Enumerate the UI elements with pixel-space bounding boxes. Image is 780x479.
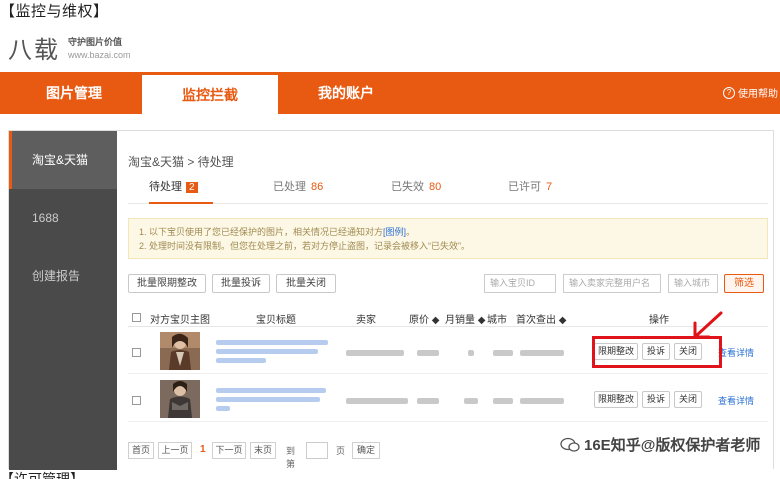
tab-expired[interactable]: 已失效 80: [391, 178, 441, 204]
tab-count: 80: [429, 181, 442, 193]
help-label: 使用帮助: [738, 89, 778, 100]
page-number-input[interactable]: [306, 442, 328, 459]
breadcrumb: 淘宝&天猫 > 待处理: [128, 155, 234, 169]
col-actions: 操作: [649, 315, 669, 326]
col-thumb: 对方宝贝主图: [150, 315, 210, 326]
help-link[interactable]: ? 使用帮助: [723, 85, 778, 100]
last-page-button[interactable]: 末页: [250, 442, 276, 459]
sidebar-item-taobao[interactable]: 淘宝&天猫: [9, 131, 117, 189]
tab-count: 7: [546, 181, 553, 193]
row-checkbox[interactable]: [132, 348, 141, 357]
tab-label: 已许可: [508, 181, 541, 193]
first-found-time: [520, 398, 564, 404]
nav-tab-monitoring[interactable]: 监控拦截: [142, 75, 278, 114]
tab-pending[interactable]: 待处理 2: [149, 178, 213, 204]
caption-bottom: 【许可管理】: [0, 471, 84, 479]
seller-name: [346, 398, 408, 404]
item-city: [493, 350, 513, 356]
tab-label: 待处理: [149, 181, 182, 193]
col-first-found[interactable]: 首次查出 ◆: [516, 311, 566, 326]
sidebar-item-create-report[interactable]: 创建报告: [9, 247, 117, 305]
tab-processed[interactable]: 已处理 86: [273, 178, 323, 204]
logo-slogan: 守护图片价值: [68, 36, 123, 47]
first-found-time: [520, 350, 564, 356]
table-header: 对方宝贝主图 宝贝标题 卖家 原价 ◆ 月销量 ◆ 城市 首次查出 ◆ 操作: [128, 309, 768, 327]
rectify-button[interactable]: 限期整改: [594, 391, 638, 408]
view-details-link[interactable]: 查看详情: [718, 394, 754, 407]
prev-page-button[interactable]: 上一页: [158, 442, 192, 459]
item-title-link[interactable]: [216, 340, 328, 345]
col-city: 城市: [487, 315, 507, 326]
product-thumbnail[interactable]: [160, 380, 200, 418]
chat-bubble-icon: [560, 437, 580, 452]
item-id-input[interactable]: 输入宝贝ID: [484, 274, 556, 293]
item-title-link[interactable]: [216, 388, 326, 393]
logo-url: www.bazai.com: [68, 49, 131, 60]
nav-tab-image-management[interactable]: 图片管理: [6, 72, 142, 114]
current-page: 1: [200, 444, 206, 455]
caption-top: 【监控与维权】: [0, 3, 109, 20]
watermark: 16E知乎@版权保护者老师: [560, 434, 760, 455]
watermark-text: 16E知乎@版权保护者老师: [584, 437, 761, 454]
item-sales: [468, 350, 474, 356]
notice-line-2: 2. 处理时间没有限制。但您在处理之前，若对方停止盗图，记录会被移入“已失效”。: [139, 241, 471, 251]
tab-label: 已失效: [391, 181, 424, 193]
sidebar-item-1688[interactable]: 1688: [9, 189, 117, 247]
brand-logo[interactable]: 八载 守护图片价值 www.bazai.com: [8, 30, 131, 64]
notice-line-1: 1. 以下宝贝使用了您已经保护的图片，相关情况已经通知对方[图例]。: [139, 227, 416, 237]
col-monthly-sales[interactable]: 月销量 ◆: [445, 311, 485, 326]
first-page-button[interactable]: 首页: [128, 442, 154, 459]
table-row: 限期整改 投诉 关闭 查看详情: [128, 376, 768, 422]
item-sales: [464, 398, 478, 404]
sidebar: 淘宝&天猫 1688 创建报告: [9, 131, 117, 470]
nav-tab-my-account[interactable]: 我的账户: [278, 72, 414, 114]
city-input[interactable]: 输入城市: [668, 274, 718, 293]
batch-rectify-button[interactable]: 批量限期整改: [128, 274, 206, 293]
question-icon: ?: [723, 86, 735, 99]
product-thumbnail[interactable]: [160, 332, 200, 370]
select-all-checkbox[interactable]: [132, 313, 141, 322]
main-panel: 淘宝&天猫 > 待处理 待处理 2 已处理 86 已失效 80 已许可 7 1. 以下宝…: [117, 131, 773, 470]
col-price[interactable]: 原价 ◆: [409, 311, 439, 326]
row-checkbox[interactable]: [132, 396, 141, 405]
filter-button[interactable]: 筛选: [724, 274, 764, 293]
next-page-button[interactable]: 下一页: [212, 442, 246, 459]
batch-complain-button[interactable]: 批量投诉: [212, 274, 270, 293]
legend-link[interactable]: [图例]: [383, 227, 406, 237]
tab-count: 2: [186, 182, 198, 193]
logo-mark: 八载: [8, 35, 60, 64]
item-price: [417, 398, 439, 404]
status-tabs: 待处理 2 已处理 86 已失效 80 已许可 7: [128, 178, 768, 204]
close-button[interactable]: 关闭: [674, 391, 702, 408]
page-label: 页: [336, 446, 346, 456]
content-frame: 淘宝&天猫 1688 创建报告 淘宝&天猫 > 待处理 待处理 2 已处理 86 已…: [8, 130, 774, 470]
view-details-link[interactable]: 查看详情: [718, 346, 754, 359]
tab-label: 已处理: [273, 181, 306, 193]
seller-name: [346, 350, 404, 356]
item-price: [417, 350, 439, 356]
top-navbar: 图片管理 监控拦截 我的账户 ? 使用帮助: [0, 72, 780, 114]
goto-label: 到第: [286, 446, 296, 469]
batch-close-button[interactable]: 批量关闭: [276, 274, 336, 293]
tab-count: 86: [311, 181, 324, 193]
confirm-page-button[interactable]: 确定: [352, 442, 380, 459]
seller-name-input[interactable]: 输入卖家完整用户名: [563, 274, 661, 293]
notice-box: 1. 以下宝贝使用了您已经保护的图片，相关情况已经通知对方[图例]。 2. 处理…: [128, 218, 768, 259]
complain-button[interactable]: 投诉: [642, 391, 670, 408]
tab-licensed[interactable]: 已许可 7: [508, 178, 552, 204]
col-seller: 卖家: [356, 315, 376, 326]
toolbar: 批量限期整改 批量投诉 批量关闭 输入宝贝ID 输入卖家完整用户名 输入城市 筛…: [128, 274, 768, 296]
red-arrow-icon: [693, 311, 723, 339]
item-city: [493, 398, 513, 404]
col-title: 宝贝标题: [256, 315, 296, 326]
